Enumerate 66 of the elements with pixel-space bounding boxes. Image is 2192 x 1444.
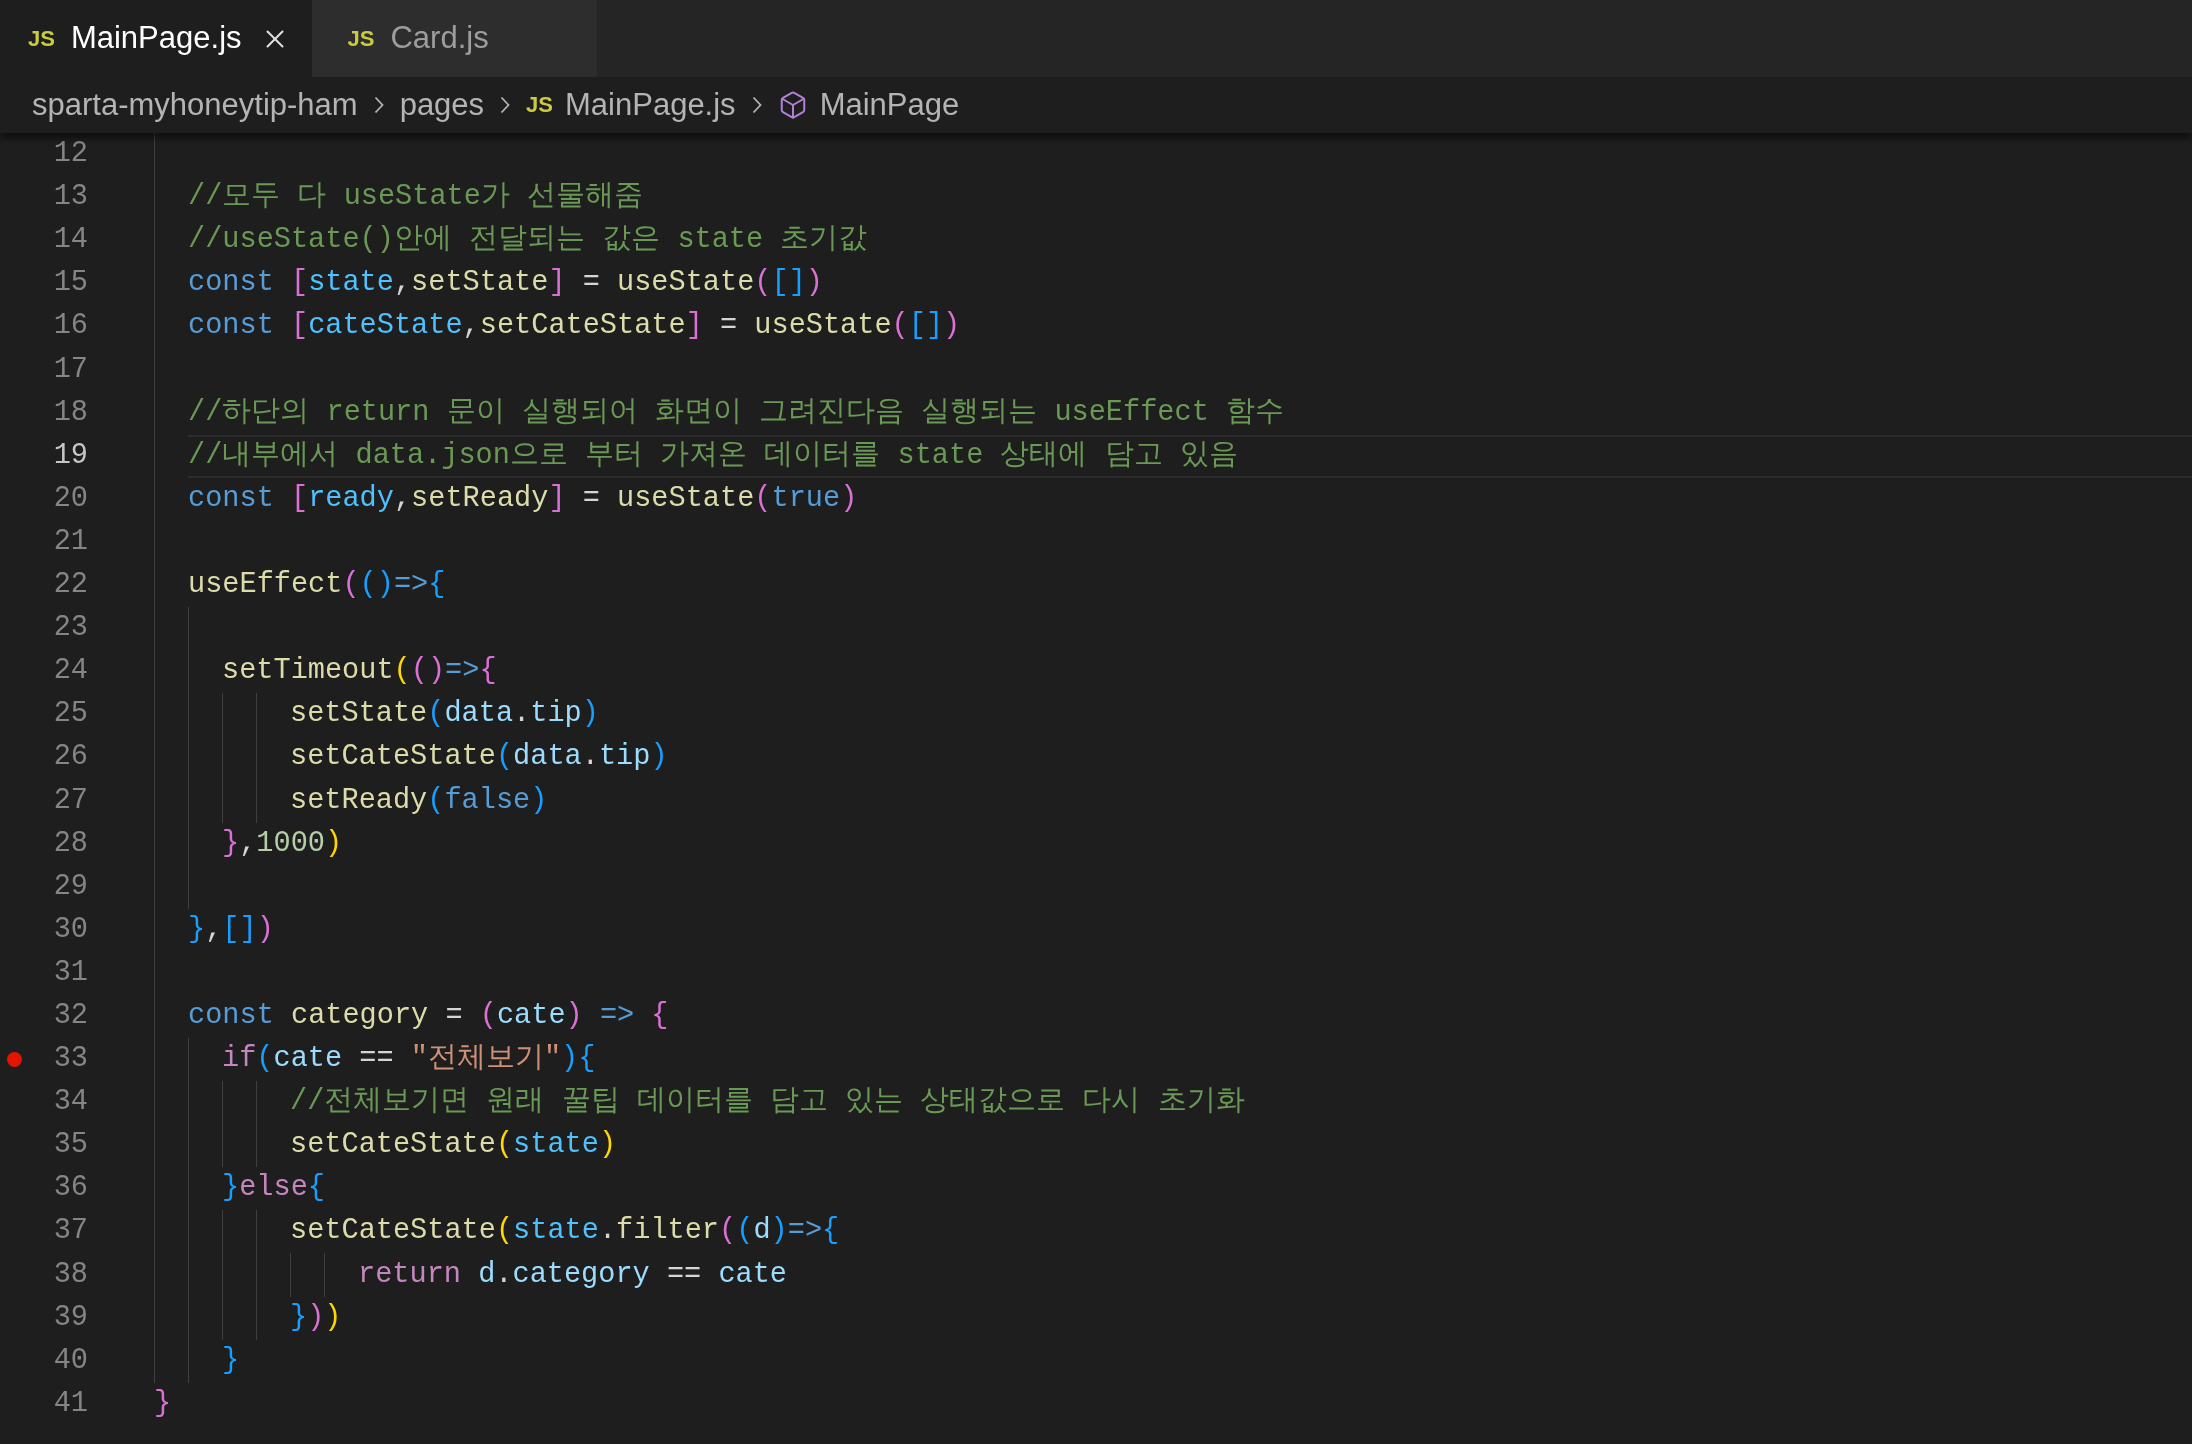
code-line: useEffect(()=>{ [188,567,446,604]
line-number: 17 [53,351,88,388]
code-line: setState(data.tip) [290,696,599,733]
breadcrumb-item[interactable]: pages [399,81,485,129]
js-file-icon: JS [28,27,55,50]
line-number: 37 [53,1213,88,1250]
line-number: 35 [53,1127,88,1164]
line-number: 18 [53,394,88,431]
line-number: 16 [53,308,88,345]
line-number: 24 [53,653,88,690]
code-line: },[]) [188,911,274,948]
breadcrumb-item[interactable]: MainPage.js [565,81,736,129]
line-number: 14 [53,222,88,259]
js-file-icon: JS [526,94,554,116]
line-number: 39 [53,1299,88,1336]
code-line: const [cateState,setCateState] = useState([]) [188,308,961,345]
line-number: 34 [53,1084,88,1121]
line-number: 12 [53,136,88,173]
code-line: },1000) [222,825,343,862]
line-number: 19 [53,437,88,474]
line-number: 29 [53,868,88,905]
line-number: 21 [53,523,88,560]
line-number: 41 [53,1385,88,1422]
line-number: 13 [53,179,88,216]
line-number: 26 [53,739,88,776]
code-line: })) [290,1299,342,1336]
line-number: 25 [53,696,88,733]
code-line: //전체보기면 원래 꿀팁 데이터를 담고 있는 상태값으로 다시 초기화 [290,1084,1245,1121]
line-number: 38 [53,1256,88,1293]
line-number: 20 [53,480,88,517]
editor-tab[interactable]: JS Card.js [311,0,597,77]
line-number: 33 [53,1041,88,1078]
line-number: 31 [53,954,88,991]
breadcrumb-item[interactable]: sparta-myhoneytip-ham [32,81,358,129]
code-line: setCateState(state) [290,1127,617,1164]
code-line: } [154,1385,172,1422]
code-line: setTimeout(()=>{ [222,653,497,690]
breadcrumb-item[interactable]: MainPage [819,81,960,129]
code-line: //useState()안에 전달되는 값은 state 초기값 [188,222,868,259]
js-file-icon: JS [347,27,375,50]
code-line: //하단의 return 문이 실행되어 화면이 그려진다음 실행되는 useEffect 함수 [188,394,1284,431]
line-number: 28 [53,825,88,862]
editor-tab[interactable]: JS MainPage.js [0,0,312,77]
chevron-right-icon [500,96,511,114]
code-line: if(cate == "전체보기"){ [222,1041,596,1078]
line-number: 32 [53,997,88,1034]
code-line: const [ready,setReady] = useState(true) [188,480,858,517]
code-line: setReady(false) [290,782,548,819]
line-number: 40 [53,1342,88,1379]
code-line: }else{ [222,1170,325,1207]
line-number: 15 [53,265,88,302]
line-number: 36 [53,1170,88,1207]
code-line: //내부에서 data.json으로 부터 가져온 데이터를 state 상태에 담고 있음 [188,437,1238,474]
chevron-right-icon [373,96,384,114]
code-line: //모두 다 useState가 선물해줌 [188,179,644,216]
chevron-right-icon [751,96,762,114]
code-line: } [222,1342,240,1379]
line-number: 22 [53,567,88,604]
code-line: const [state,setState] = useState([]) [188,265,823,302]
code-line: setCateState(data.tip) [290,739,668,776]
code-line: return d.category == cate [358,1256,788,1293]
code-line: setCateState(state.filter((d)=>{ [290,1213,840,1250]
line-number: 23 [53,610,88,647]
code-line: const category = (cate) => { [188,997,669,1034]
line-number: 27 [53,782,88,819]
line-number: 30 [53,911,88,948]
